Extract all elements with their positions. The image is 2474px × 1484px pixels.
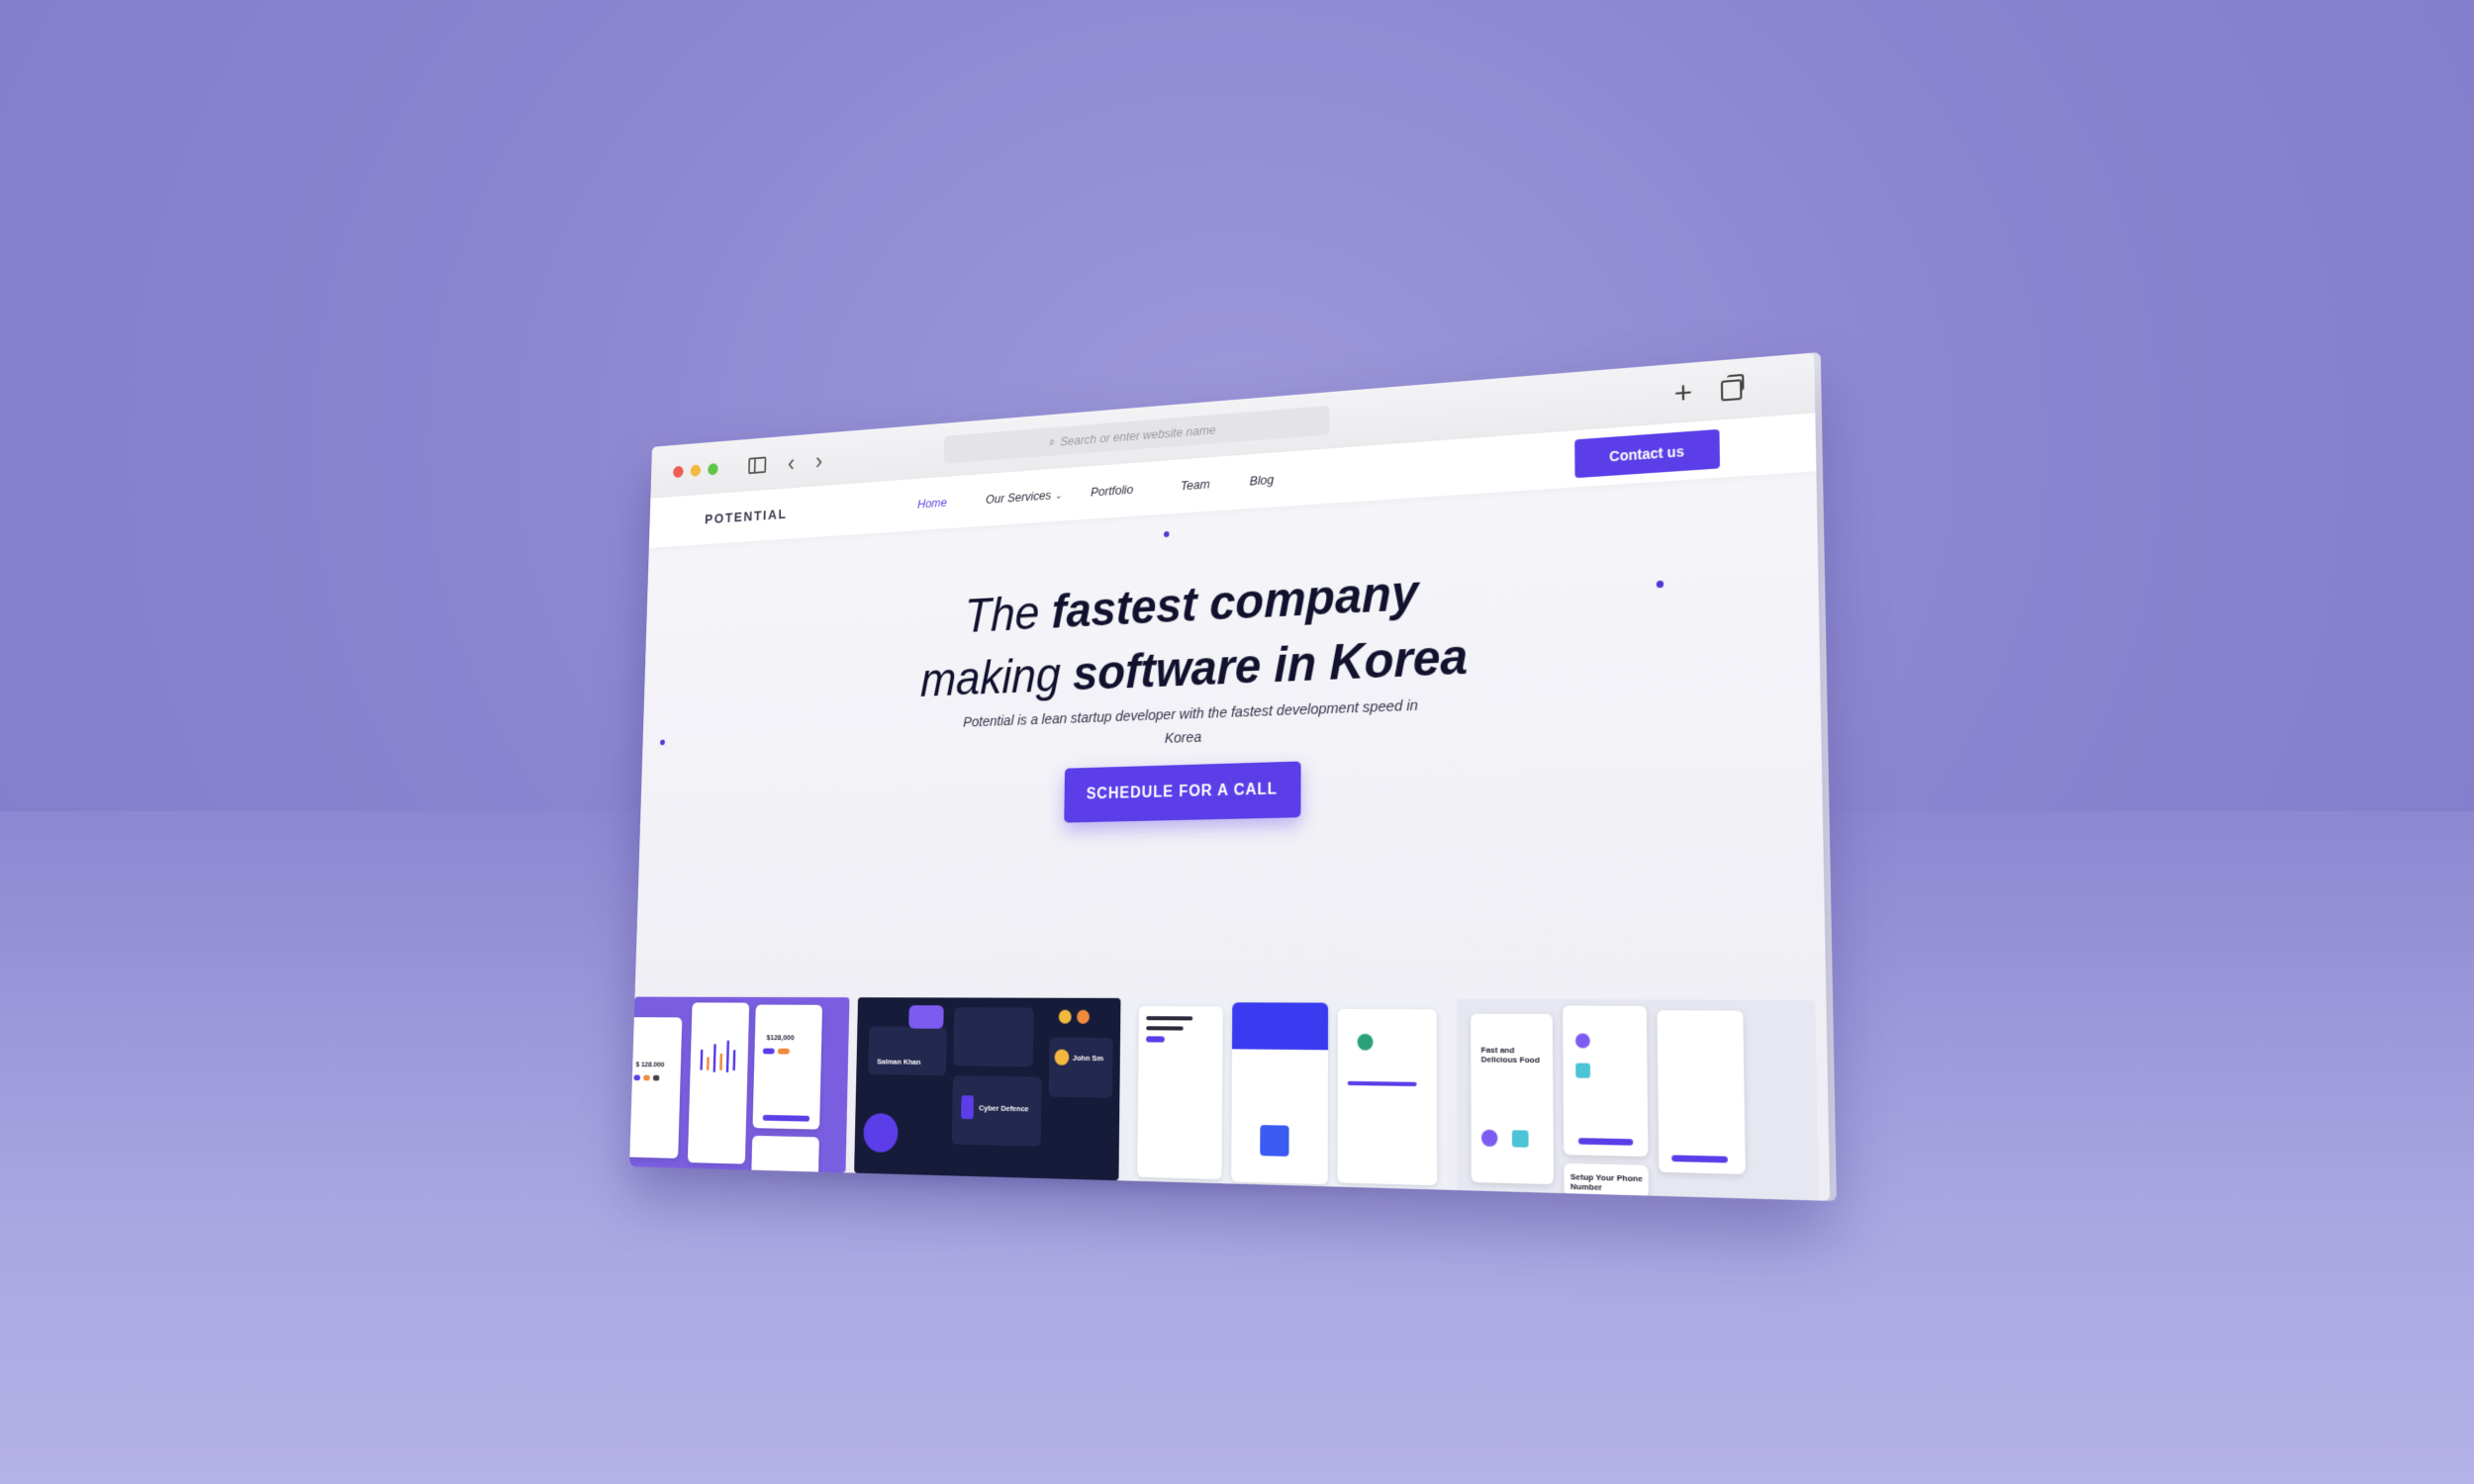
food-screen: Fast and Delicious Food [1471,1014,1554,1185]
decor-dot [1164,531,1170,537]
checkout-bar [1578,1138,1633,1146]
nav-item-services-label: Our Services [986,488,1051,507]
portfolio-thumb-dashboard[interactable]: Salman Khan Cyber Defence John Sm [854,997,1120,1180]
contact-button[interactable]: Contact us [1574,429,1720,478]
text-line [1146,1026,1184,1030]
profile-card-2: John Sm [1049,1038,1113,1098]
browser-window: ‹ › ⌕ Search or enter website name + POT… [629,352,1830,1200]
cart-screen [1563,1005,1648,1157]
schedule-call-button[interactable]: SCHEDULE FOR A CALL [1064,761,1300,822]
profile-card: Salman Khan [868,1026,946,1075]
candle [732,1050,735,1070]
phone-setup-card: Setup Your Phone Number [1564,1163,1649,1198]
candle [726,1041,729,1072]
food-headline: Fast and Delicious Food [1481,1045,1543,1065]
hero-line2-bold: software in Korea [1073,628,1468,700]
illustration [1358,1034,1374,1051]
food-item [1575,1033,1590,1048]
avatar [1059,1010,1072,1024]
balance-text: $ 128.000 [635,1060,664,1068]
chip [633,1074,640,1080]
food-item [1512,1130,1529,1148]
decor-dot [660,740,665,746]
maximize-window-button[interactable] [708,463,718,476]
stats-card [953,1007,1033,1067]
chevron-down-icon: ⌄ [1055,491,1063,502]
user-name: Salman Khan [877,1058,920,1067]
hero-title: The fastest company making software in K… [643,536,1820,722]
site-logo[interactable]: POTENTIAL [705,507,788,527]
mockup-stage: ‹ › ⌕ Search or enter website name + POT… [0,0,2474,1484]
web-page: POTENTIAL Home Our Services ⌄ Portfolio T… [629,413,1830,1201]
nav-item-team[interactable]: Team [1181,477,1210,494]
food-item [1481,1130,1498,1147]
forward-icon[interactable]: › [808,447,831,474]
chip [653,1075,660,1081]
cyber-card: Cyber Defence [952,1075,1042,1147]
balance-text: $128,000 [766,1033,794,1042]
candle [714,1044,716,1072]
iso-graphic [1260,1125,1288,1157]
chip [778,1049,790,1055]
sidebar-icon[interactable] [746,452,769,479]
nav-item-services[interactable]: Our Services ⌄ [986,487,1062,507]
portfolio-strip: $ 128.000 $128,000 Salman Khan Cyber Def… [629,997,1830,1201]
payment-screen [1658,1010,1746,1174]
candle [700,1050,703,1070]
orb-graphic [863,1113,899,1153]
text-line [1348,1081,1417,1086]
chart-screen [688,1002,749,1163]
tabs-icon[interactable] [1717,375,1747,406]
nav-item-home[interactable]: Home [917,495,947,510]
hero-banner [1232,1002,1328,1050]
user-name-2: John Sm [1073,1054,1103,1063]
action-bar [763,1115,809,1122]
avatar [1077,1010,1090,1024]
cyber-title: Cyber Defence [979,1103,1029,1113]
setup-text: Setup Your Phone Number [1570,1172,1649,1194]
portfolio-thumb-food[interactable]: Fast and Delicious Food Setup Your Phone… [1457,999,1819,1201]
cube-graphic [961,1095,974,1119]
pay-bar [1671,1155,1728,1162]
hero-line2-plain: making [920,647,1062,706]
nav-item-blog[interactable]: Blog [1250,472,1275,488]
hero-line1-plain: The [964,586,1040,643]
button-graphic [1146,1036,1165,1042]
minimize-window-button[interactable] [691,464,702,477]
chip [763,1049,775,1055]
avatar [1055,1050,1070,1066]
candle [707,1057,710,1069]
search-icon: ⌕ [1049,434,1055,449]
landing-page [1231,1002,1328,1184]
purple-card [908,1005,943,1029]
phone-screen: $ 128.000 [629,1017,682,1159]
candle [719,1054,722,1070]
food-item [1575,1064,1590,1078]
nav-item-portfolio[interactable]: Portfolio [1091,482,1133,499]
address-placeholder: Search or enter website name [1060,421,1215,448]
portfolio-thumb-finance[interactable]: $ 128.000 $128,000 [629,997,849,1173]
portfolio-thumb-landing[interactable] [1128,998,1447,1190]
wallet-screen: $128,000 [752,1005,822,1130]
text-line [1146,1016,1192,1020]
plus-icon[interactable]: + [1668,379,1698,410]
landing-page [1137,1006,1223,1179]
back-icon[interactable]: ‹ [780,449,804,476]
close-window-button[interactable] [673,466,684,478]
landing-page [1338,1009,1437,1185]
list-card [751,1136,819,1172]
chip [643,1075,650,1081]
